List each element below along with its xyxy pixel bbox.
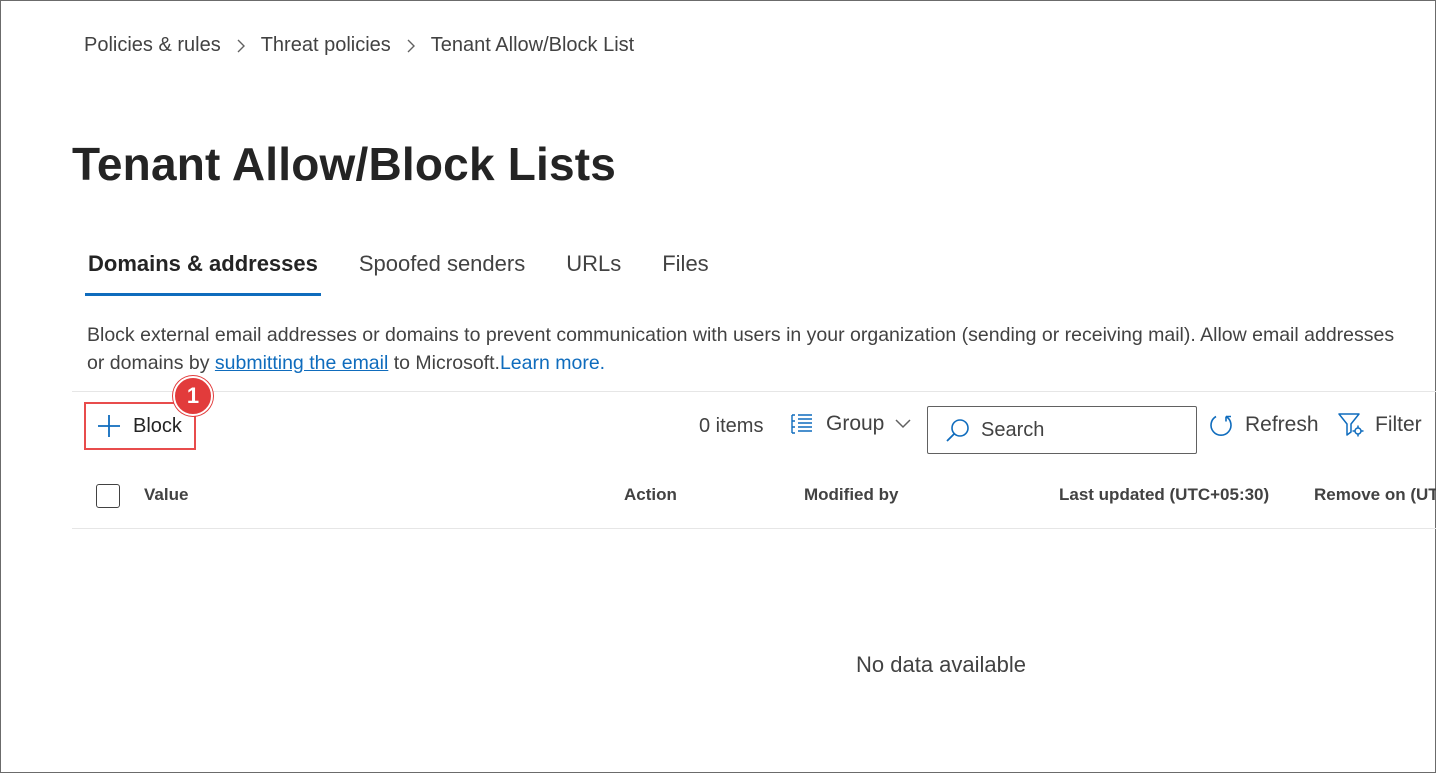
column-header-action[interactable]: Action — [624, 485, 677, 505]
refresh-button[interactable]: Refresh — [1208, 412, 1319, 438]
page-frame: Policies & rules Threat policies Tenant … — [0, 0, 1436, 773]
divider — [72, 391, 1436, 392]
refresh-icon — [1208, 412, 1234, 438]
description-text-after: to Microsoft. — [388, 352, 500, 374]
filter-button[interactable]: Filter — [1337, 412, 1422, 438]
column-header-modified-by[interactable]: Modified by — [804, 485, 898, 505]
tab-description: Block external email addresses or domain… — [87, 321, 1407, 377]
breadcrumb: Policies & rules Threat policies Tenant … — [84, 34, 634, 57]
column-header-last-updated[interactable]: Last updated (UTC+05:30) — [1059, 485, 1269, 505]
chevron-down-icon — [894, 418, 912, 430]
chevron-right-icon — [391, 34, 431, 57]
search-icon — [945, 417, 971, 443]
breadcrumb-item-current: Tenant Allow/Block List — [430, 34, 635, 56]
table-header: Value Action Modified by Last updated (U… — [72, 471, 1436, 529]
tab-files[interactable]: Files — [659, 249, 711, 296]
tab-bar: Domains & addresses Spoofed senders URLs… — [85, 249, 747, 296]
block-button-label: Block — [133, 414, 182, 437]
group-list-icon — [790, 413, 814, 435]
chevron-right-icon — [221, 34, 261, 57]
breadcrumb-item-policies-rules[interactable]: Policies & rules — [84, 34, 221, 57]
search-box[interactable] — [927, 406, 1197, 454]
column-header-value[interactable]: Value — [144, 485, 188, 505]
tab-domains-addresses[interactable]: Domains & addresses — [85, 249, 321, 296]
column-header-remove-on[interactable]: Remove on (UTC — [1314, 485, 1436, 505]
empty-state-message: No data available — [856, 652, 1027, 677]
tab-urls[interactable]: URLs — [563, 249, 624, 296]
items-count: 0 items — [699, 415, 764, 437]
search-input[interactable] — [981, 418, 1181, 442]
tab-spoofed-senders[interactable]: Spoofed senders — [356, 249, 528, 296]
page-title: Tenant Allow/Block Lists — [72, 138, 617, 190]
group-button[interactable]: Group — [790, 412, 912, 436]
refresh-button-label: Refresh — [1245, 413, 1319, 436]
learn-more-link[interactable]: Learn more. — [500, 352, 605, 374]
callout-badge: 1 — [173, 376, 213, 416]
group-button-label: Group — [826, 412, 885, 435]
filter-icon — [1337, 412, 1365, 438]
filter-button-label: Filter — [1375, 413, 1422, 436]
submit-email-link[interactable]: submitting the email — [215, 352, 388, 374]
breadcrumb-item-threat-policies[interactable]: Threat policies — [261, 34, 391, 57]
select-all-checkbox[interactable] — [96, 484, 120, 508]
plus-icon — [97, 414, 121, 438]
